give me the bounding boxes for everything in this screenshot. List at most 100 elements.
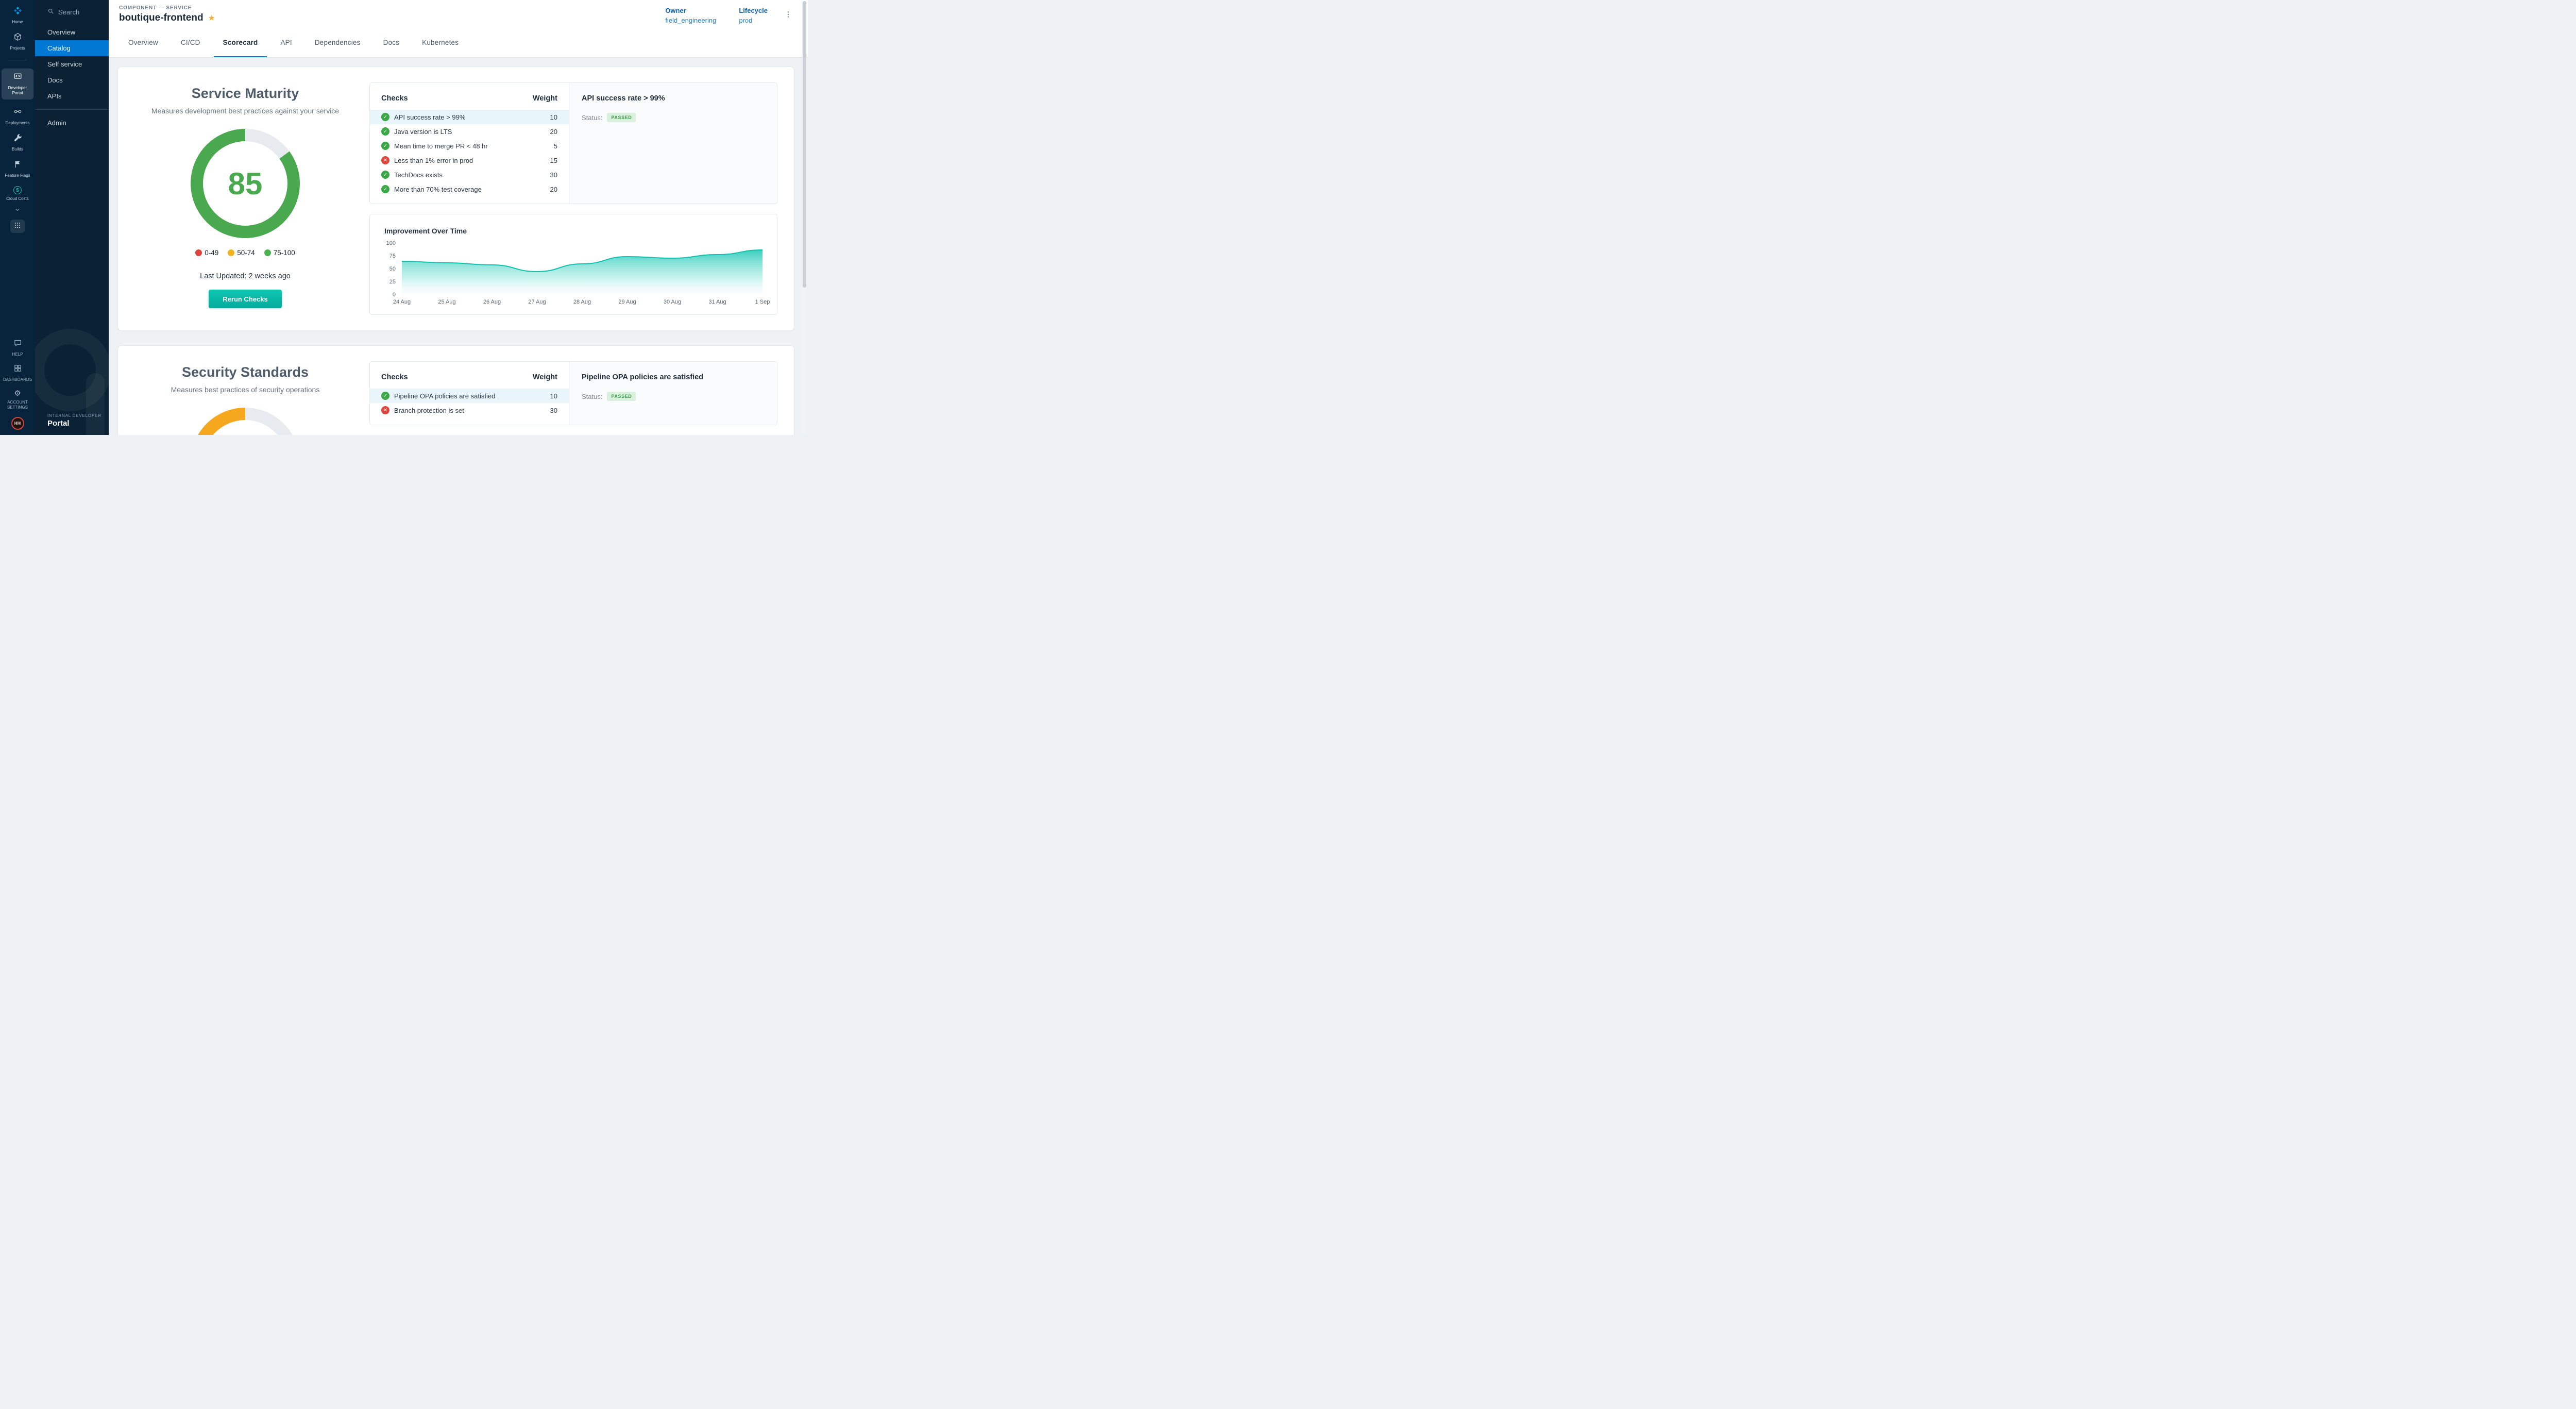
owner-value-link[interactable]: field_engineering: [665, 16, 716, 24]
tab-kubernetes[interactable]: Kubernetes: [413, 28, 468, 57]
entity-kind: COMPONENT — SERVICE: [119, 5, 215, 11]
rail-item-label: Builds: [12, 147, 23, 152]
lifecycle-label: Lifecycle: [739, 7, 768, 14]
rerun-checks-button[interactable]: Rerun Checks: [209, 290, 281, 308]
check-row[interactable]: Branch protection is set 30: [370, 403, 569, 417]
rail-item-feature-flags[interactable]: Feature Flags: [2, 160, 33, 178]
scorecard-content: Service Maturity Measures development be…: [109, 58, 808, 435]
check-detail-panel: Pipeline OPA policies are satisfied Stat…: [569, 362, 777, 425]
score-details: Checks Weight API success rate > 99% 10 …: [369, 82, 777, 315]
rail-item-developer-portal[interactable]: Developer Portal: [2, 69, 33, 99]
search-placeholder: Search: [58, 8, 79, 16]
check-row[interactable]: Mean time to merge PR < 48 hr 5: [370, 139, 569, 153]
entity-header: COMPONENT — SERVICE boutique-frontend ★ …: [109, 0, 808, 28]
favorite-star-icon[interactable]: ★: [208, 13, 215, 23]
rail-item-label: HELP: [12, 352, 23, 357]
sidebar-divider: [35, 109, 109, 110]
check-row[interactable]: API success rate > 99% 10: [370, 110, 569, 124]
owner-meta: Owner field_engineering: [665, 7, 716, 24]
check-label: Pipeline OPA policies are satisfied: [394, 392, 544, 400]
sidebar-item-admin[interactable]: Admin: [35, 115, 109, 131]
checks-table: Checks Weight API success rate > 99% 10 …: [370, 83, 569, 204]
check-detail-title: Pipeline OPA policies are satisfied: [582, 373, 765, 381]
donut-hole: 85: [203, 141, 287, 226]
status-label: Status:: [582, 114, 602, 122]
user-avatar[interactable]: HM: [11, 417, 24, 430]
score-summary: Security Standards Measures best practic…: [134, 361, 356, 435]
check-status-icon: [381, 185, 389, 193]
check-weight: 5: [554, 142, 557, 150]
rail-item-cloud-costs[interactable]: $ Cloud Costs: [2, 186, 33, 202]
tab-api[interactable]: API: [271, 28, 301, 57]
page-title: boutique-frontend: [119, 12, 204, 24]
rail-item-home[interactable]: Home: [2, 6, 33, 25]
tab-dependencies[interactable]: Dependencies: [306, 28, 370, 57]
checks-table-header: Checks Weight: [370, 371, 569, 389]
cloud-costs-dollar-icon: $: [13, 186, 22, 194]
module-grid-button[interactable]: [10, 220, 25, 233]
check-label: Mean time to merge PR < 48 hr: [394, 142, 548, 150]
check-row[interactable]: Less than 1% error in prod 15: [370, 153, 569, 167]
flag-icon: [13, 160, 22, 171]
check-detail-title: API success rate > 99%: [582, 94, 765, 103]
scorecard-title: Service Maturity: [134, 86, 356, 102]
check-weight: 20: [550, 128, 557, 136]
tab-overview[interactable]: Overview: [119, 28, 167, 57]
rail-item-label: Developer Portal: [3, 86, 32, 96]
tab-scorecard[interactable]: Scorecard: [214, 28, 267, 57]
sidebar-item-self-service[interactable]: Self service: [35, 56, 109, 72]
check-weight: 10: [550, 392, 557, 400]
entity-header-right: Owner field_engineering Lifecycle prod: [665, 5, 792, 24]
check-row[interactable]: Pipeline OPA policies are satisfied 10: [370, 389, 569, 403]
scorecard-service-maturity: Service Maturity Measures development be…: [117, 66, 794, 331]
check-row[interactable]: More than 70% test coverage 20: [370, 182, 569, 196]
check-label: API success rate > 99%: [394, 113, 544, 121]
rail-item-help[interactable]: HELP: [2, 339, 33, 357]
rail-item-label: Projects: [10, 46, 25, 51]
tab-docs[interactable]: Docs: [374, 28, 409, 57]
sidebar-item-catalog[interactable]: Catalog: [35, 40, 109, 56]
checks-panel: Checks Weight API success rate > 99% 10 …: [369, 82, 777, 204]
rail-item-projects[interactable]: Projects: [2, 32, 33, 51]
weight-header-label: Weight: [533, 94, 557, 103]
scrollbar-thumb[interactable]: [803, 1, 806, 288]
status-badge: PASSED: [607, 113, 636, 122]
rail-item-account-settings[interactable]: ⚙ ACCOUNT SETTINGS: [2, 389, 33, 410]
rail-item-dashboards[interactable]: DASHBOARDS: [2, 364, 33, 382]
entity-header-left: COMPONENT — SERVICE boutique-frontend ★: [119, 5, 215, 24]
check-label: Java version is LTS: [394, 128, 544, 136]
check-status-icon: [381, 156, 389, 164]
developer-portal-icon: [13, 72, 22, 83]
check-row[interactable]: TechDocs exists 30: [370, 167, 569, 182]
module-sidebar: Search Overview Catalog Self service Doc…: [35, 0, 109, 435]
sidebar-item-apis[interactable]: APIs: [35, 88, 109, 104]
check-row[interactable]: Java version is LTS 20: [370, 124, 569, 139]
cube-icon: [13, 32, 22, 44]
kebab-menu-icon[interactable]: [784, 7, 792, 22]
pipeline-icon: [13, 107, 22, 119]
check-status-icon: [381, 392, 389, 400]
score-donut: 85: [191, 129, 300, 238]
rail-item-deployments[interactable]: Deployments: [2, 107, 33, 126]
legend-dot-green: [264, 249, 271, 256]
status-badge: PASSED: [607, 392, 636, 401]
check-status-icon: [381, 406, 389, 414]
lifecycle-value: prod: [739, 16, 768, 24]
tab-cicd[interactable]: CI/CD: [172, 28, 210, 57]
check-status-icon: [381, 171, 389, 179]
score-legend: 0-49 50-74 75-100: [134, 249, 356, 257]
sidebar-item-overview[interactable]: Overview: [35, 24, 109, 40]
scorecard-subtitle: Measures best practices of security oper…: [134, 385, 356, 394]
chart-x-axis: 24 Aug25 Aug26 Aug27 Aug28 Aug29 Aug30 A…: [402, 295, 762, 306]
rail-item-label: ACCOUNT SETTINGS: [3, 400, 32, 410]
search-input[interactable]: Search: [35, 0, 109, 24]
checks-panel: Checks Weight Pipeline OPA policies are …: [369, 361, 777, 425]
rail-item-label: Cloud Costs: [6, 196, 29, 202]
chevron-down-icon[interactable]: [14, 206, 21, 215]
rail-item-label: DASHBOARDS: [3, 377, 32, 382]
rail-item-builds[interactable]: Builds: [2, 133, 33, 152]
sidebar-item-docs[interactable]: Docs: [35, 72, 109, 88]
improvement-chart-panel: Improvement Over Time 1007550250: [369, 214, 777, 315]
app-root: Home Projects Developer Portal Deploymen…: [0, 0, 808, 435]
check-status-row: Status: PASSED: [582, 392, 765, 401]
